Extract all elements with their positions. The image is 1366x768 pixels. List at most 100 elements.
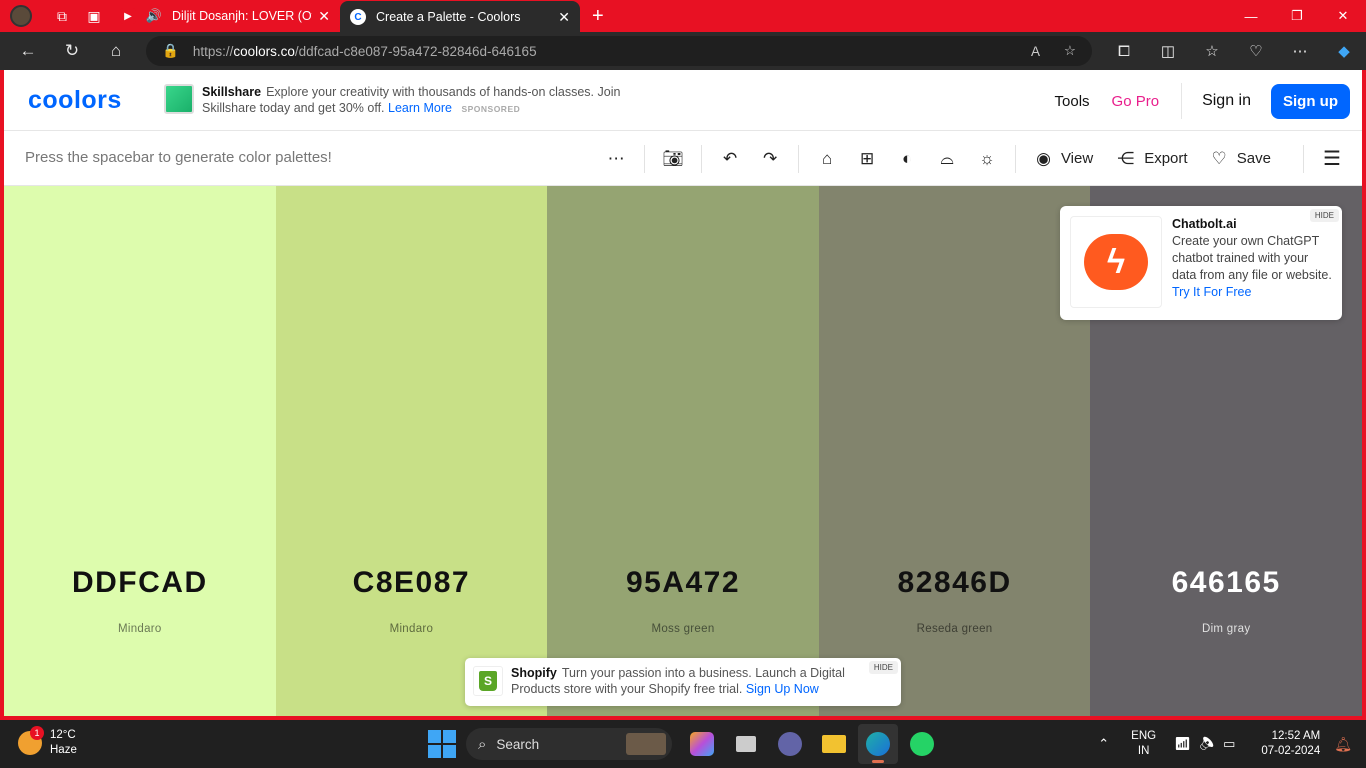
profile-avatar[interactable] [10, 5, 32, 27]
go-pro-link[interactable]: Go Pro [1112, 93, 1160, 110]
tab-title: Diljit Dosanjh: LOVER (Offici [172, 9, 312, 23]
tab-actions-icon[interactable]: ▣ [78, 0, 110, 32]
file-explorer-icon[interactable] [814, 724, 854, 764]
extensions-icon[interactable]: ⧠ [1102, 43, 1146, 60]
back-icon[interactable]: ← [6, 32, 50, 70]
divider [1303, 144, 1304, 173]
try-it-free-link[interactable]: Try It For Free [1172, 285, 1251, 299]
close-window-icon[interactable]: ✕ [1320, 0, 1366, 32]
task-view-icon[interactable] [726, 724, 766, 764]
home-icon[interactable]: ⌂ [94, 32, 138, 70]
color-name: Dim gray [1201, 623, 1251, 635]
close-tab-icon[interactable]: ✕ [318, 8, 330, 25]
more-options-icon[interactable]: ⋯ [596, 139, 636, 179]
tab-coolors[interactable]: C Create a Palette - Coolors ✕ [340, 1, 580, 33]
color-name: Mindaro [389, 623, 434, 635]
color-swatch[interactable]: 95A472 Moss green [547, 186, 819, 716]
camera-icon[interactable]: 📷︎ [653, 139, 693, 179]
refresh-icon[interactable]: ↻ [50, 32, 94, 70]
brightness-icon[interactable]: ☼ [967, 139, 1007, 179]
more-menu-icon[interactable]: ⋯ [1278, 42, 1322, 60]
close-tab-icon[interactable]: ✕ [558, 9, 570, 26]
hex-code[interactable]: C8E087 [276, 566, 548, 600]
coolors-logo[interactable]: coolors [28, 86, 122, 115]
hex-code[interactable]: 95A472 [547, 566, 819, 600]
copilot-app-icon[interactable] [682, 724, 722, 764]
shapes-icon[interactable]: ⌂ [807, 139, 847, 179]
language-indicator[interactable]: ENG IN [1131, 729, 1156, 759]
youtube-icon: ▶ [120, 8, 136, 24]
hamburger-menu-icon[interactable]: ☰ [1312, 139, 1352, 179]
save-button[interactable]: ♡ Save [1212, 149, 1271, 169]
ad-title: Chatbolt.ai [1172, 217, 1237, 231]
weather-widget[interactable]: 1 12°C Haze [18, 726, 77, 758]
speaker-icon[interactable]: 🔊 [146, 8, 162, 24]
lightning-bolt-icon: ϟ [1084, 234, 1148, 290]
hide-ad-button[interactable]: HIDE [1309, 209, 1339, 222]
search-label: Search [496, 736, 540, 752]
notification-bell-icon[interactable]: 🔔︎ [1334, 736, 1352, 753]
split-screen-icon[interactable]: ◫ [1146, 42, 1190, 60]
whatsapp-icon[interactable] [902, 724, 942, 764]
url-field[interactable]: 🔒 https://coolors.co/ddfcad-c8e087-95a47… [146, 36, 1092, 66]
ad-body: Create your own ChatGPT chatbot trained … [1172, 233, 1332, 301]
windows-start-icon[interactable] [428, 730, 456, 758]
redo-icon[interactable]: ↷ [750, 139, 790, 179]
ad-brand: Shopify [511, 666, 557, 680]
header-nav: Tools Go Pro Sign in Sign up [1055, 83, 1362, 119]
shopping-bag-icon: S [479, 671, 497, 691]
grid-icon[interactable]: ⊞ [847, 139, 887, 179]
hex-code[interactable]: DDFCAD [4, 566, 276, 600]
share-icon: ⋲ [1117, 148, 1135, 168]
performance-icon[interactable]: ♡ [1234, 42, 1278, 60]
shopify-ad[interactable]: S Shopify Turn your passion into a busine… [465, 658, 901, 706]
spacebar-hint: Press the spacebar to generate color pal… [25, 149, 332, 166]
view-button[interactable]: ◉ View [1036, 149, 1093, 169]
undo-icon[interactable]: ↶ [710, 139, 750, 179]
sign-in-link[interactable]: Sign in [1202, 92, 1251, 110]
copilot-icon[interactable]: ◆ [1322, 42, 1366, 60]
search-icon: ⌕ [478, 735, 487, 753]
skillshare-ad-thumbnail[interactable] [164, 84, 194, 114]
hide-ad-button[interactable]: HIDE [868, 661, 898, 674]
color-swatch[interactable]: C8E087 Mindaro [275, 186, 548, 716]
wifi-volume-battery-icons[interactable]: 📶︎🔈︎▭ [1174, 736, 1243, 752]
lang-code: ENG [1131, 730, 1157, 742]
search-highlight-image [626, 733, 666, 755]
edge-browser-icon[interactable] [858, 724, 898, 764]
color-swatch[interactable]: DDFCAD Mindaro [4, 186, 276, 716]
color-swatch[interactable]: 82846D Reseda green [818, 186, 1091, 716]
teams-chat-icon[interactable] [770, 724, 810, 764]
favorites-icon[interactable]: ☆ [1190, 42, 1234, 60]
export-label: Export [1144, 150, 1188, 167]
clock[interactable]: 12:52 AM 07-02-2024 [1261, 729, 1320, 759]
weather-icon: 1 [18, 726, 44, 755]
sign-up-button[interactable]: Sign up [1271, 83, 1350, 119]
view-label: View [1060, 150, 1094, 167]
contrast-icon[interactable]: ◐ [887, 139, 927, 179]
workspaces-icon[interactable]: ⧉ [46, 0, 78, 32]
ad-learn-more-link[interactable]: Learn More [388, 101, 452, 115]
ad-text: Create your own ChatGPT chatbot trained … [1172, 234, 1332, 282]
new-tab-button[interactable]: + [592, 5, 604, 28]
favorite-star-icon[interactable]: ☆ [1064, 43, 1076, 59]
taskbar-search[interactable]: ⌕ Search [466, 728, 672, 760]
tools-menu[interactable]: Tools [1055, 93, 1090, 110]
tab-title: Create a Palette - Coolors [376, 10, 521, 24]
chevron-up-icon[interactable]: ⌃ [1098, 736, 1109, 752]
window-controls: — ❐ ✕ [1228, 0, 1366, 32]
tab-youtube[interactable]: ▶ 🔊 Diljit Dosanjh: LOVER (Offici ✕ [110, 0, 340, 32]
export-button[interactable]: ⋲ Export [1117, 149, 1187, 169]
minimize-icon[interactable]: — [1228, 0, 1274, 32]
read-aloud-icon[interactable]: A [1031, 44, 1040, 59]
sign-up-now-link[interactable]: Sign Up Now [746, 682, 819, 696]
glasses-icon[interactable]: ⌓ [927, 139, 967, 179]
hex-code[interactable]: 82846D [819, 566, 1091, 600]
sponsored-label: SPONSORED [461, 104, 521, 114]
hex-code[interactable]: 646165 [1090, 566, 1362, 600]
lock-icon[interactable]: 🔒 [162, 43, 179, 59]
skillshare-ad[interactable]: Skillshare Explore your creativity with t… [202, 84, 622, 117]
restore-icon[interactable]: ❐ [1274, 0, 1320, 32]
chatbolt-ad[interactable]: ϟ Chatbolt.ai Create your own ChatGPT ch… [1060, 206, 1342, 320]
weather-desc: Haze [50, 744, 77, 756]
